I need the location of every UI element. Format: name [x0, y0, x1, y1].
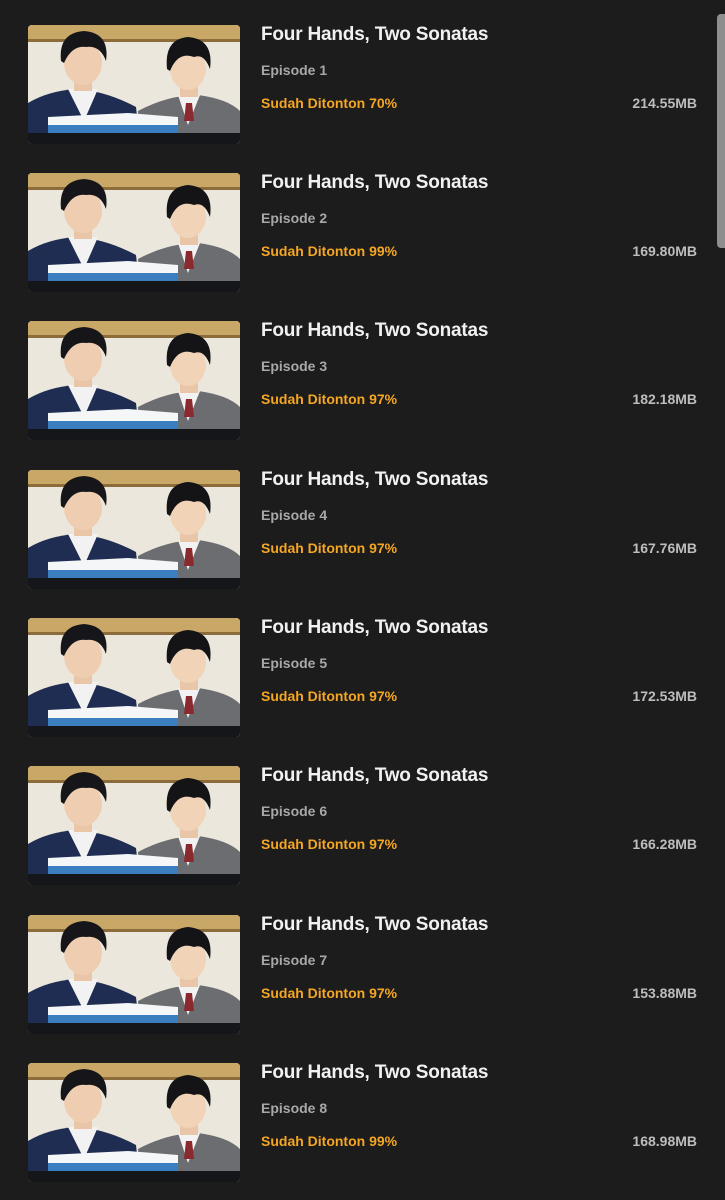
episode-row[interactable]: Four Hands, Two Sonatas Episode 5 Sudah … [0, 593, 705, 741]
file-size: 172.53MB [632, 688, 697, 704]
episode-row[interactable]: Four Hands, Two Sonatas Episode 2 Sudah … [0, 148, 705, 296]
episode-row[interactable]: Four Hands, Two Sonatas Episode 7 Sudah … [0, 890, 705, 1038]
file-size: 153.88MB [632, 985, 697, 1001]
scrollbar-thumb[interactable] [717, 14, 725, 248]
episode-title: Four Hands, Two Sonatas [261, 914, 489, 935]
watch-progress: Sudah Ditonton 70% [261, 95, 398, 111]
episode-number: Episode 3 [261, 358, 328, 374]
episode-number: Episode 1 [261, 62, 328, 78]
episode-row[interactable]: Four Hands, Two Sonatas Episode 1 Sudah … [0, 0, 705, 148]
watch-progress: Sudah Ditonton 99% [261, 1133, 398, 1149]
episode-row[interactable]: Four Hands, Two Sonatas Episode 4 Sudah … [0, 445, 705, 593]
watch-progress: Sudah Ditonton 97% [261, 985, 398, 1001]
file-size: 214.55MB [632, 95, 697, 111]
episode-title: Four Hands, Two Sonatas [261, 320, 489, 341]
episode-title: Four Hands, Two Sonatas [261, 172, 489, 193]
watch-progress: Sudah Ditonton 97% [261, 391, 398, 407]
file-size: 166.28MB [632, 836, 697, 852]
episode-thumbnail[interactable] [28, 25, 240, 144]
file-size: 169.80MB [632, 243, 697, 259]
episode-number: Episode 7 [261, 952, 328, 968]
file-size: 182.18MB [632, 391, 697, 407]
episode-row[interactable]: Four Hands, Two Sonatas Episode 6 Sudah … [0, 741, 705, 889]
episode-number: Episode 8 [261, 1100, 328, 1116]
episode-thumbnail[interactable] [28, 321, 240, 440]
episode-number: Episode 4 [261, 507, 328, 523]
watch-progress: Sudah Ditonton 97% [261, 836, 398, 852]
episode-thumbnail[interactable] [28, 915, 240, 1034]
episode-title: Four Hands, Two Sonatas [261, 1062, 489, 1083]
episode-row[interactable]: Four Hands, Two Sonatas Episode 8 Sudah … [0, 1038, 705, 1186]
episode-title: Four Hands, Two Sonatas [261, 469, 489, 490]
episode-thumbnail[interactable] [28, 470, 240, 589]
episode-number: Episode 5 [261, 655, 328, 671]
episode-title: Four Hands, Two Sonatas [261, 24, 489, 45]
episode-thumbnail[interactable] [28, 173, 240, 292]
episode-row[interactable]: Four Hands, Two Sonatas Episode 3 Sudah … [0, 296, 705, 444]
watch-progress: Sudah Ditonton 97% [261, 688, 398, 704]
watch-progress: Sudah Ditonton 99% [261, 243, 398, 259]
episode-title: Four Hands, Two Sonatas [261, 765, 489, 786]
file-size: 168.98MB [632, 1133, 697, 1149]
episode-thumbnail[interactable] [28, 1063, 240, 1182]
episode-number: Episode 2 [261, 210, 328, 226]
episode-title: Four Hands, Two Sonatas [261, 617, 489, 638]
file-size: 167.76MB [632, 540, 697, 556]
episode-thumbnail[interactable] [28, 766, 240, 885]
watch-progress: Sudah Ditonton 97% [261, 540, 398, 556]
episode-thumbnail[interactable] [28, 618, 240, 737]
episode-number: Episode 6 [261, 803, 328, 819]
